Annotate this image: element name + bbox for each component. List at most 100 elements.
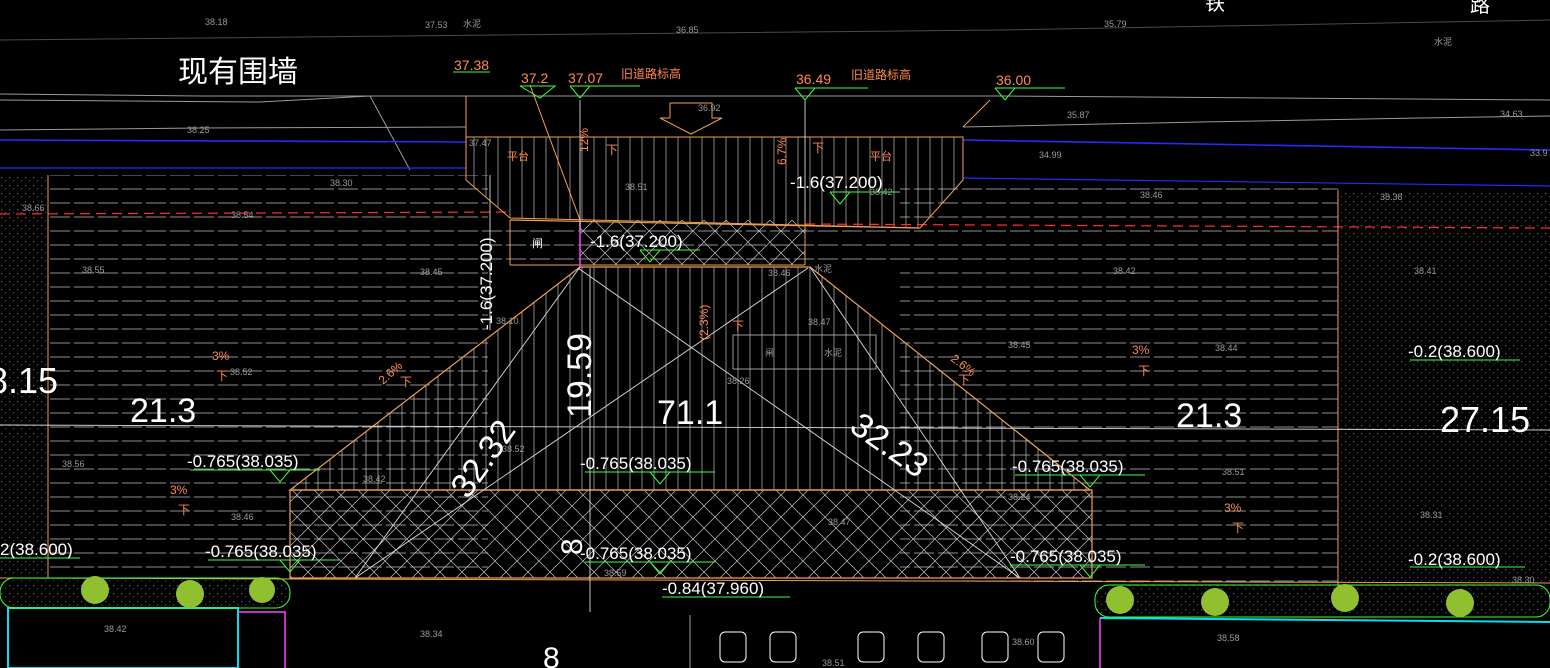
spot-height: 38.44 [1215, 343, 1238, 353]
spot-height: 38.30 [1512, 575, 1535, 585]
platform-label: 平台 [507, 149, 529, 163]
spot-height: 38.51 [625, 182, 648, 192]
slope-label: 3% [1132, 343, 1150, 357]
spot-height: 38.10 [496, 316, 519, 326]
slope-label: 3% [170, 483, 188, 497]
spot-height: 38.25 [187, 125, 210, 135]
spot-height: 38.55 [82, 265, 105, 275]
spot-height: 38.24 [1008, 492, 1031, 502]
slope-label: 下 [1138, 364, 1150, 378]
spot-height: 38.46 [1140, 190, 1163, 200]
spot-height: 36.92 [698, 103, 721, 113]
spot-height: 水泥 [824, 347, 842, 358]
spot-height: 37.53 [425, 20, 448, 30]
platform-label: 平台 [870, 149, 892, 163]
plant-icon [1331, 584, 1359, 612]
spot-height: 38.47 [828, 517, 851, 527]
spot-height: 38.54 [231, 210, 254, 220]
gate-label: 闸 [765, 348, 774, 359]
spot-height: 38.30 [330, 178, 353, 188]
spot-height: 38.42 [363, 474, 386, 484]
plant-icon [81, 576, 109, 604]
spot-height: 38.38 [1380, 192, 1403, 202]
spot-height: 水泥 [463, 18, 481, 29]
plant-icon [1201, 588, 1229, 616]
spot-height: 水泥 [814, 263, 832, 274]
dimension-label: 27.15 [1440, 399, 1530, 440]
spot-height: 38.31 [1420, 510, 1443, 520]
elevation-note: -0.765(38.035) [1010, 547, 1122, 566]
spot-height: 34.99 [1039, 150, 1062, 160]
dimension-label: 21.3 [130, 392, 196, 430]
elevation-note: -0.765(38.035) [187, 452, 299, 471]
spot-height: 38.47 [808, 317, 831, 327]
dimension-label: 8 [543, 642, 560, 668]
spot-height: 35.79 [1104, 19, 1127, 29]
top-elevation: 37.2 [521, 70, 548, 86]
spot-height: 38.56 [62, 459, 85, 469]
top-elevation: 36.00 [996, 72, 1031, 88]
slope-label: 6.7% [775, 137, 789, 165]
spot-height: 38.46 [231, 512, 254, 522]
spot-height: 38.52 [230, 367, 253, 377]
road-char-2: 路 [1470, 0, 1490, 17]
spot-height: 38.45 [1008, 340, 1031, 350]
cad-drawing-canvas[interactable]: 现有围墙 旧道路标高 旧道路标高 铁 路 37.38 37.2 37.07 36… [0, 0, 1550, 668]
slope-label: 下 [958, 373, 970, 387]
bottom-cross-hatch [290, 490, 1092, 578]
spot-height: 35.87 [1067, 110, 1090, 120]
slope-label: 3% [212, 349, 230, 363]
elevation-note: -0.84(37.960) [662, 579, 764, 598]
plant-icon [249, 577, 275, 603]
spot-height: 37.47 [469, 138, 492, 148]
spot-height: 38.66 [22, 203, 45, 213]
spot-height: 38.41 [1414, 266, 1437, 276]
spot-height: 38.46 [768, 268, 791, 278]
elevation-note: -0.765(38.035) [580, 454, 692, 473]
spot-height: 38.51 [822, 658, 845, 668]
right-dotted-zone [1338, 190, 1550, 585]
dimension-label: 19.59 [561, 333, 599, 418]
spot-height: 38.34 [420, 629, 443, 639]
plant-icon [1106, 586, 1134, 614]
elevation-note: -1.6(37.200) [790, 173, 883, 192]
slope-label: 12% [577, 128, 591, 152]
spot-height: 38.58 [1217, 633, 1240, 643]
plant-icon [1446, 589, 1474, 617]
spot-height: 33.9 [1530, 148, 1548, 158]
road-char-1: 铁 [1205, 0, 1225, 15]
slope-label: 下 [178, 503, 190, 517]
spot-height: 38.42 [104, 624, 127, 634]
elevation-note: 2(38.600) [0, 540, 73, 559]
elevation-note: -1.6(37.200) [590, 232, 683, 251]
slope-label: 下 [400, 375, 412, 389]
spot-height: 38.51 [1222, 467, 1245, 477]
drawing-title: 现有围墙 [178, 55, 298, 90]
gate-label: 闸 [532, 237, 543, 250]
slope-label: (2.3%) [697, 305, 711, 340]
spot-height: 38.59 [604, 568, 627, 578]
old-road-label-1: 旧道路标高 [621, 66, 681, 81]
dimension-label: 21.3 [1176, 397, 1242, 435]
spot-height: 34.63 [1500, 109, 1523, 119]
dimension-label: 8 [556, 538, 589, 555]
elevation-note: -0.765(38.035) [1012, 457, 1124, 476]
slope-label: 下 [812, 141, 824, 155]
top-elevation: 37.38 [454, 57, 489, 73]
slope-label: 下 [732, 319, 744, 333]
spot-height: 38.18 [205, 17, 228, 27]
elevation-note: -1.6(37.200) [477, 237, 496, 330]
old-road-label-2: 旧道路标高 [851, 67, 911, 82]
elevation-note: -0.765(38.035) [580, 544, 692, 563]
spot-height: 38.45 [420, 267, 443, 277]
plant-icon [176, 580, 204, 608]
elevation-note: -0.765(38.035) [205, 542, 317, 561]
dimension-label: 71.1 [657, 394, 723, 432]
spot-height: 水泥 [1434, 36, 1452, 47]
slope-label: 下 [1232, 521, 1244, 535]
spot-height: 38.26 [727, 376, 750, 386]
elevation-note: -0.2(38.600) [1408, 550, 1501, 569]
spot-height: 38.42 [1113, 266, 1136, 276]
top-elevation: 36.49 [796, 71, 831, 87]
spot-height: 38.60 [1012, 637, 1035, 647]
